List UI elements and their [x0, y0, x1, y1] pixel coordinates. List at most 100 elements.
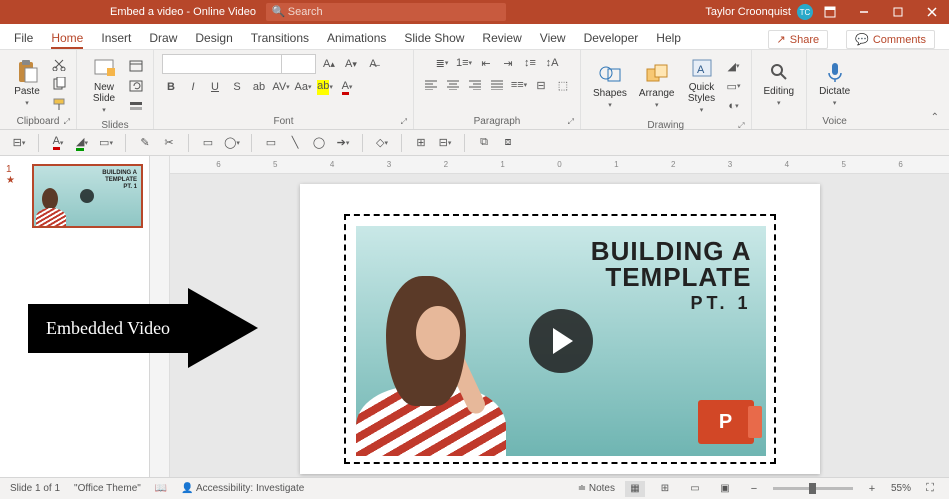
qat-fill-button[interactable]: ◢▾ — [73, 134, 91, 152]
qat-rect-button[interactable]: ▭ — [262, 134, 280, 152]
bold-button[interactable]: B — [162, 78, 180, 96]
strike-button[interactable]: S — [228, 78, 246, 96]
qat-align-button[interactable]: ⊟▾ — [10, 134, 28, 152]
qat-fontcolor-button[interactable]: A▾ — [49, 134, 67, 152]
highlight-button[interactable]: ab▾ — [316, 78, 334, 96]
zoom-out-button[interactable]: − — [745, 480, 763, 498]
clipboard-launcher[interactable]: ⤢ — [64, 117, 70, 127]
shapes-button[interactable]: Shapes▾ — [589, 60, 631, 113]
play-button[interactable] — [529, 309, 593, 373]
qat-ungroup-button[interactable]: ⧈ — [499, 134, 517, 152]
shadow-button[interactable]: ab — [250, 78, 268, 96]
section-button[interactable] — [127, 97, 145, 115]
normal-view-button[interactable]: ▦ — [625, 481, 645, 497]
dictate-button[interactable]: Dictate▾ — [815, 58, 854, 111]
qat-line-button[interactable]: ╲ — [286, 134, 304, 152]
copy-button[interactable] — [50, 75, 68, 93]
layout-button[interactable] — [127, 57, 145, 75]
qat-gridlines-button[interactable]: ⊟▾ — [436, 134, 454, 152]
shape-outline-button[interactable]: ▭▾ — [725, 77, 743, 95]
align-text-button[interactable]: ⊟ — [532, 76, 550, 94]
font-name-input[interactable] — [162, 54, 282, 74]
new-slide-button[interactable]: New Slide▾ — [85, 54, 123, 118]
reading-view-button[interactable]: ▭ — [685, 481, 705, 497]
tab-view[interactable]: View — [540, 31, 566, 49]
notes-button[interactable]: ≐ Notes — [578, 483, 615, 494]
align-left-button[interactable] — [422, 76, 440, 94]
qat-merge-button[interactable]: ◯▾ — [223, 134, 241, 152]
tab-file[interactable]: File — [14, 31, 33, 49]
zoom-in-button[interactable]: + — [863, 480, 881, 498]
sorter-view-button[interactable]: ⊞ — [655, 481, 675, 497]
share-button[interactable]: ↗Share — [768, 30, 829, 49]
columns-button[interactable]: ≡≡▾ — [510, 76, 528, 94]
align-right-button[interactable] — [466, 76, 484, 94]
indent-dec-button[interactable]: ⇤ — [477, 54, 495, 72]
tab-review[interactable]: Review — [482, 31, 521, 49]
status-accessibility[interactable]: 👤 Accessibility: Investigate — [181, 483, 304, 494]
change-case-button[interactable]: Aa▾ — [294, 78, 312, 96]
qat-table-button[interactable]: ⊞ — [412, 134, 430, 152]
minimize-button[interactable] — [847, 0, 881, 24]
user-area[interactable]: Taylor Croonquist TC — [705, 4, 813, 20]
editing-button[interactable]: Editing▾ — [760, 58, 799, 111]
font-launcher[interactable]: ⤢ — [401, 117, 407, 127]
smartart-button[interactable]: ⬚ — [554, 76, 572, 94]
tab-animations[interactable]: Animations — [327, 31, 386, 49]
qat-textbox-button[interactable]: ▭ — [199, 134, 217, 152]
bullets-button[interactable]: ≣▾ — [433, 54, 451, 72]
cut-button[interactable] — [50, 55, 68, 73]
zoom-slider[interactable] — [773, 487, 853, 490]
qat-group-button[interactable]: ⧉ — [475, 134, 493, 152]
maximize-button[interactable] — [881, 0, 915, 24]
arrange-button[interactable]: Arrange▾ — [635, 60, 679, 113]
ribbon-display-button[interactable] — [813, 0, 847, 24]
embedded-video[interactable]: BUILDING A TEMPLATE PT. 1 P — [356, 226, 766, 456]
grow-font-button[interactable]: A▴ — [320, 55, 338, 73]
tab-transitions[interactable]: Transitions — [251, 31, 309, 49]
tab-developer[interactable]: Developer — [584, 31, 639, 49]
quick-styles-button[interactable]: A Quick Styles▾ — [683, 54, 721, 118]
qat-crop-button[interactable]: ✂ — [160, 134, 178, 152]
qat-outline-button[interactable]: ▭▾ — [97, 134, 115, 152]
clear-format-button[interactable]: A̶ — [364, 55, 382, 73]
collapse-ribbon-button[interactable]: ⌃ — [921, 112, 949, 123]
line-spacing-button[interactable]: ↕≡ — [521, 54, 539, 72]
font-size-input[interactable] — [282, 54, 316, 74]
tab-slideshow[interactable]: Slide Show — [404, 31, 464, 49]
paragraph-launcher[interactable]: ⤢ — [568, 117, 574, 127]
qat-oval-button[interactable]: ◯ — [310, 134, 328, 152]
tab-draw[interactable]: Draw — [149, 31, 177, 49]
shape-effects-button[interactable]: ◐▾ — [725, 97, 743, 115]
shape-fill-button[interactable]: ◢▾ — [725, 57, 743, 75]
selection-box[interactable]: BUILDING A TEMPLATE PT. 1 P — [344, 214, 776, 464]
qat-arrow-button[interactable]: ➔▾ — [334, 134, 352, 152]
tab-home[interactable]: Home — [51, 31, 83, 49]
status-spellcheck-icon[interactable]: 📖 — [155, 483, 167, 494]
italic-button[interactable]: I — [184, 78, 202, 96]
justify-button[interactable] — [488, 76, 506, 94]
slide-thumbnail-1[interactable]: BUILDING ATEMPLATEPT. 1 — [32, 164, 143, 228]
qat-eyedropper-button[interactable]: ✎ — [136, 134, 154, 152]
tab-help[interactable]: Help — [656, 31, 681, 49]
shrink-font-button[interactable]: A▾ — [342, 55, 360, 73]
slide[interactable]: BUILDING A TEMPLATE PT. 1 P — [300, 184, 820, 474]
char-spacing-button[interactable]: AV▾ — [272, 78, 290, 96]
text-direction-button[interactable]: ↕A — [543, 54, 561, 72]
close-button[interactable] — [915, 0, 949, 24]
search-input[interactable] — [266, 3, 506, 21]
slideshow-view-button[interactable]: ▣ — [715, 481, 735, 497]
format-painter-button[interactable] — [50, 95, 68, 113]
indent-inc-button[interactable]: ⇥ — [499, 54, 517, 72]
drawing-launcher[interactable]: ⤢ — [738, 121, 744, 131]
underline-button[interactable]: U — [206, 78, 224, 96]
numbering-button[interactable]: 1≡▾ — [455, 54, 473, 72]
paste-button[interactable]: Paste▾ — [8, 58, 46, 111]
font-color-button[interactable]: A▾ — [338, 78, 356, 96]
reset-button[interactable] — [127, 77, 145, 95]
fit-to-window-button[interactable]: ⛶ — [921, 480, 939, 498]
zoom-level[interactable]: 55% — [891, 483, 911, 494]
align-center-button[interactable] — [444, 76, 462, 94]
tab-design[interactable]: Design — [195, 31, 232, 49]
comments-button[interactable]: 💬Comments — [846, 30, 935, 49]
